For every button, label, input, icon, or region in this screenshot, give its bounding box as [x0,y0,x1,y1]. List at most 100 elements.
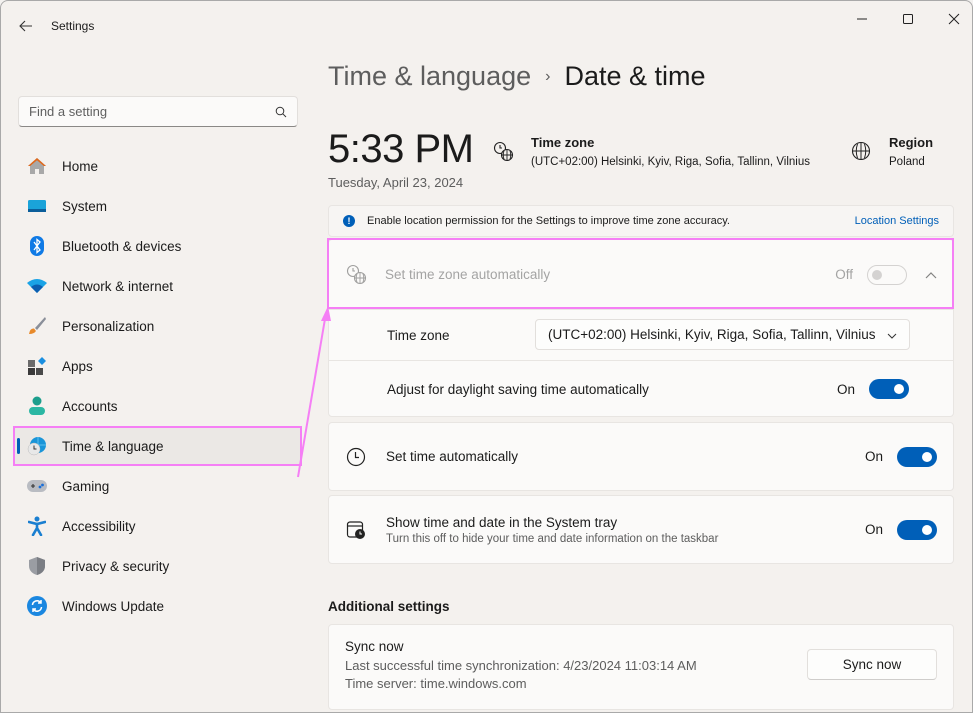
timezone-card: Set time zone automatically Off Time zon… [328,239,954,417]
globe-icon [851,141,871,166]
update-icon [27,596,47,616]
sync-label: Sync now [345,639,404,654]
gamepad-icon [27,476,47,496]
info-message: Enable location permission for the Setti… [367,215,730,227]
back-arrow-icon [19,20,32,32]
sidebar-item-personalization[interactable]: Personalization [15,308,300,344]
info-icon: ! [343,215,355,227]
location-settings-link[interactable]: Location Settings [855,215,939,227]
auto-timezone-label: Set time zone automatically [385,267,551,282]
sidebar-item-accessibility[interactable]: Accessibility [15,508,300,544]
sidebar-item-label: Accessibility [62,518,136,534]
wifi-icon [27,276,47,296]
region-title: Region [889,135,934,150]
auto-time-card: Set time automatically On [328,422,954,491]
search-input[interactable] [29,104,275,119]
active-indicator [17,438,20,454]
maximize-button[interactable] [885,5,931,33]
clock-icon [346,447,366,467]
person-icon [27,396,47,416]
breadcrumb-separator: › [545,67,551,85]
sidebar-item-label: System [62,198,108,214]
sidebar-item-label: Home [62,158,99,174]
system-tray-card: Show time and date in the System tray Tu… [328,495,954,564]
auto-time-state: On [864,449,883,464]
timezone-select-row: Time zone (UTC+02:00) Helsinki, Kyiv, Ri… [329,310,953,360]
sidebar-item-time-language[interactable]: Time & language [13,426,302,466]
system-tray-toggle[interactable] [897,519,937,540]
daylight-label: Adjust for daylight saving time automati… [387,381,649,397]
system-icon [27,196,47,216]
sidebar-item-accounts[interactable]: Accounts [15,388,300,424]
sidebar-item-label: Accounts [62,398,118,414]
breadcrumb: Time & language › Date & time [328,61,706,92]
close-icon [948,13,960,25]
sidebar-item-network[interactable]: Network & internet [15,268,300,304]
page-title: Date & time [564,61,706,91]
timezone-value: (UTC+02:00) Helsinki, Kyiv, Riga, Sofia,… [531,156,810,168]
time-server-text: Time server: time.windows.com [345,676,527,691]
clock-globe-icon [493,141,515,168]
breadcrumb-parent[interactable]: Time & language [328,61,531,92]
sidebar-item-apps[interactable]: Apps [15,348,300,384]
minimize-icon [857,18,867,20]
daylight-row: Adjust for daylight saving time automati… [329,361,953,417]
daylight-toggle[interactable] [869,379,909,399]
sidebar-item-label: Apps [62,358,93,374]
bluetooth-icon [27,236,47,256]
current-date: Tuesday, April 23, 2024 [328,175,464,190]
sidebar-item-home[interactable]: Home [15,148,300,184]
time-language-icon [27,436,47,456]
auto-time-label: Set time automatically [386,449,519,464]
sidebar-item-system[interactable]: System [15,188,300,224]
auto-timezone-row[interactable]: Set time zone automatically Off [329,240,953,309]
sidebar-item-label: Network & internet [62,278,174,294]
timezone-dropdown-value: (UTC+02:00) Helsinki, Kyiv, Riga, Sofia,… [548,327,876,342]
app-title: Settings [51,19,95,33]
sidebar-item-label: Windows Update [62,598,165,614]
auto-time-toggle[interactable] [897,446,937,467]
sidebar-item-bluetooth[interactable]: Bluetooth & devices [15,228,300,264]
sync-card: Sync now Last successful time synchroniz… [328,624,954,710]
minimize-button[interactable] [839,5,885,33]
system-tray-state: On [864,522,883,537]
sidebar-item-gaming[interactable]: Gaming [15,468,300,504]
home-icon [27,156,47,176]
timezone-dropdown[interactable]: (UTC+02:00) Helsinki, Kyiv, Riga, Sofia,… [535,319,910,350]
settings-window: Settings Home System Bluetooth & devices [0,0,973,713]
location-info-bar: ! Enable location permission for the Set… [328,205,954,237]
chevron-up-icon[interactable] [925,271,937,279]
sidebar-item-label: Bluetooth & devices [62,238,182,254]
daylight-state: On [836,381,855,397]
maximize-icon [903,14,913,24]
timezone-select-label: Time zone [387,327,450,343]
apps-icon [27,356,47,376]
shield-icon [27,556,47,576]
system-tray-sublabel: Turn this off to hide your time and date… [386,532,719,545]
auto-timezone-toggle[interactable] [867,264,907,285]
system-tray-label: Show time and date in the System tray [386,514,618,530]
title-bar: Settings [1,1,972,49]
close-button[interactable] [931,5,972,33]
additional-settings-heading: Additional settings [328,599,450,614]
search-icon[interactable] [275,106,287,118]
sync-now-button[interactable]: Sync now [807,649,937,680]
sidebar-item-label: Time & language [62,438,164,454]
sidebar-item-windows-update[interactable]: Windows Update [15,588,300,624]
timezone-title: Time zone [531,135,595,150]
back-button[interactable] [13,13,39,39]
sidebar-item-label: Gaming [62,478,110,494]
sidebar-item-privacy[interactable]: Privacy & security [15,548,300,584]
sidebar-nav: Home System Bluetooth & devices Network … [13,148,302,628]
last-sync-text: Last successful time synchronization: 4/… [345,658,697,673]
auto-timezone-state: Off [835,267,853,282]
search-box[interactable] [18,96,298,127]
current-time: 5:33 PM [328,127,474,171]
sidebar-item-label: Privacy & security [62,558,170,574]
chevron-down-icon [887,327,897,342]
accessibility-icon [27,516,47,536]
brush-icon [27,316,47,336]
sidebar-item-label: Personalization [62,318,155,334]
clock-globe-icon [346,264,368,286]
calendar-clock-icon [346,520,366,540]
